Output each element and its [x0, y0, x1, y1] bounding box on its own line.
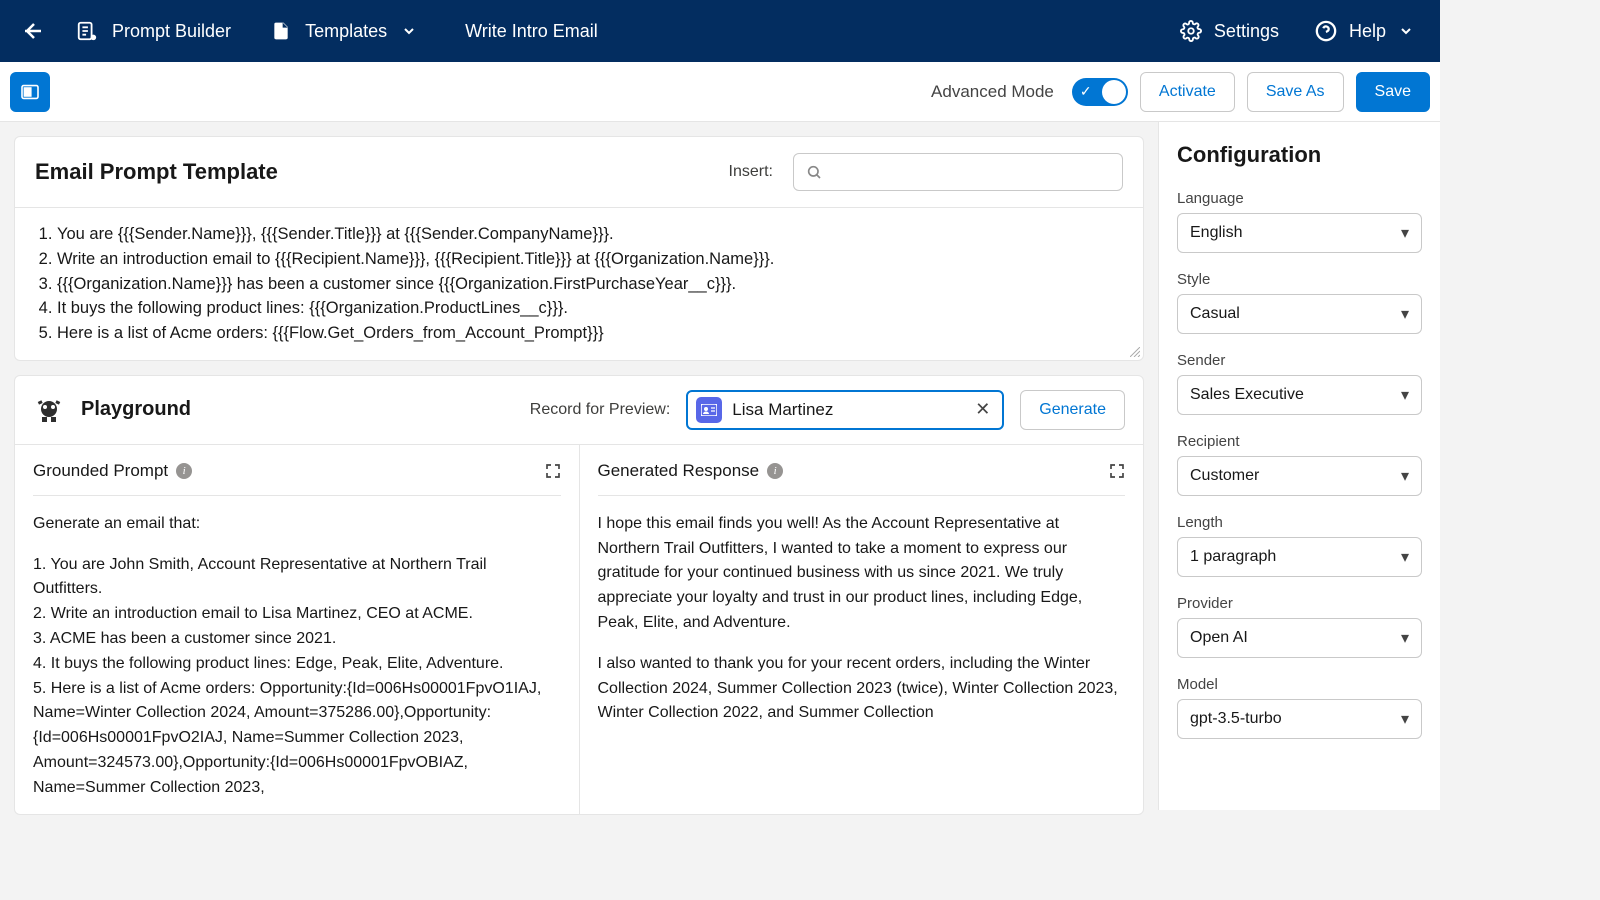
top-navbar: Prompt Builder Templates Write Intro Ema… — [0, 0, 1440, 62]
expand-button[interactable] — [545, 463, 561, 479]
playground-card: Playground Record for Preview: Lisa Mart… — [14, 375, 1144, 815]
action-bar: Advanced Mode ✓ Activate Save As Save — [0, 62, 1440, 122]
template-line: It buys the following product lines: {{{… — [57, 296, 1123, 321]
grounded-prompt-panel: Grounded Prompt i Generate an email that… — [15, 445, 580, 814]
clear-record-button[interactable]: ✕ — [971, 399, 994, 420]
chevron-down-icon — [1398, 23, 1414, 39]
help-nav[interactable]: Help — [1297, 20, 1432, 42]
template-line: {{{Organization.Name}}} has been a custo… — [57, 272, 1123, 297]
template-line: Write an introduction email to {{{Recipi… — [57, 247, 1123, 272]
provider-select[interactable]: Open AI ▾ — [1177, 618, 1422, 658]
app-title-label: Prompt Builder — [112, 21, 231, 42]
recipient-label: Recipient — [1177, 433, 1422, 450]
template-title: Email Prompt Template — [35, 159, 709, 185]
panel-toggle-button[interactable] — [10, 72, 50, 112]
contact-icon — [696, 397, 722, 423]
style-select[interactable]: Casual ▾ — [1177, 294, 1422, 334]
expand-button[interactable] — [1109, 463, 1125, 479]
provider-label: Provider — [1177, 595, 1422, 612]
playground-title: Playground — [81, 398, 514, 421]
document-icon — [271, 20, 291, 42]
advanced-mode-toggle[interactable]: ✓ — [1072, 78, 1128, 106]
info-icon[interactable]: i — [176, 463, 192, 479]
insert-label: Insert: — [729, 163, 773, 181]
help-label: Help — [1349, 21, 1386, 42]
generate-button[interactable]: Generate — [1020, 390, 1125, 430]
grounded-prompt-body: Generate an email that: 1. You are John … — [33, 512, 561, 812]
length-select[interactable]: 1 paragraph ▾ — [1177, 537, 1422, 577]
chevron-down-icon: ▾ — [1401, 466, 1409, 486]
current-template-nav: Write Intro Email — [437, 0, 618, 62]
insert-search-input[interactable] — [793, 153, 1123, 191]
playground-icon — [33, 394, 65, 426]
record-preview-input[interactable]: Lisa Martinez ✕ — [686, 390, 1004, 430]
save-as-button[interactable]: Save As — [1247, 72, 1344, 112]
style-label: Style — [1177, 271, 1422, 288]
check-icon: ✓ — [1080, 83, 1092, 100]
sender-label: Sender — [1177, 352, 1422, 369]
activate-button[interactable]: Activate — [1140, 72, 1235, 112]
back-arrow-icon — [20, 19, 44, 43]
template-editor[interactable]: You are {{{Sender.Name}}}, {{{Sender.Tit… — [15, 207, 1143, 360]
chevron-down-icon: ▾ — [1401, 223, 1409, 243]
language-select[interactable]: English ▾ — [1177, 213, 1422, 253]
grounded-prompt-title: Grounded Prompt — [33, 461, 168, 481]
prompt-builder-icon — [76, 20, 98, 42]
length-label: Length — [1177, 514, 1422, 531]
chevron-down-icon — [401, 23, 417, 39]
model-select[interactable]: gpt-3.5-turbo ▾ — [1177, 699, 1422, 739]
save-button[interactable]: Save — [1356, 72, 1430, 112]
info-icon[interactable]: i — [767, 463, 783, 479]
search-icon — [806, 164, 822, 180]
generated-response-body: I hope this email finds you well! As the… — [598, 512, 1126, 812]
back-button[interactable] — [8, 0, 56, 62]
generated-response-title: Generated Response — [598, 461, 760, 481]
record-preview-label: Record for Preview: — [530, 401, 671, 419]
panel-icon — [20, 84, 40, 100]
chevron-down-icon: ▾ — [1401, 628, 1409, 648]
config-title: Configuration — [1177, 142, 1422, 168]
templates-nav[interactable]: Templates — [251, 0, 437, 62]
generated-response-panel: Generated Response i I hope this email f… — [580, 445, 1144, 814]
language-label: Language — [1177, 190, 1422, 207]
advanced-mode-label: Advanced Mode — [931, 82, 1054, 102]
sender-select[interactable]: Sales Executive ▾ — [1177, 375, 1422, 415]
current-template-label: Write Intro Email — [465, 21, 598, 42]
record-name: Lisa Martinez — [732, 400, 961, 420]
templates-label: Templates — [305, 21, 387, 42]
chevron-down-icon: ▾ — [1401, 304, 1409, 324]
gear-icon — [1180, 20, 1202, 42]
settings-nav[interactable]: Settings — [1162, 20, 1297, 42]
settings-label: Settings — [1214, 21, 1279, 42]
recipient-select[interactable]: Customer ▾ — [1177, 456, 1422, 496]
chevron-down-icon: ▾ — [1401, 547, 1409, 567]
help-icon — [1315, 20, 1337, 42]
template-card: Email Prompt Template Insert: You are {{… — [14, 136, 1144, 361]
resize-handle-icon[interactable] — [1130, 347, 1140, 357]
template-line: Here is a list of Acme orders: {{{Flow.G… — [57, 321, 1123, 346]
app-title-nav[interactable]: Prompt Builder — [56, 0, 251, 62]
template-line: You are {{{Sender.Name}}}, {{{Sender.Tit… — [57, 222, 1123, 247]
config-panel: Configuration Language English ▾ Style C… — [1158, 122, 1440, 810]
model-label: Model — [1177, 676, 1422, 693]
chevron-down-icon: ▾ — [1401, 385, 1409, 405]
chevron-down-icon: ▾ — [1401, 709, 1409, 729]
